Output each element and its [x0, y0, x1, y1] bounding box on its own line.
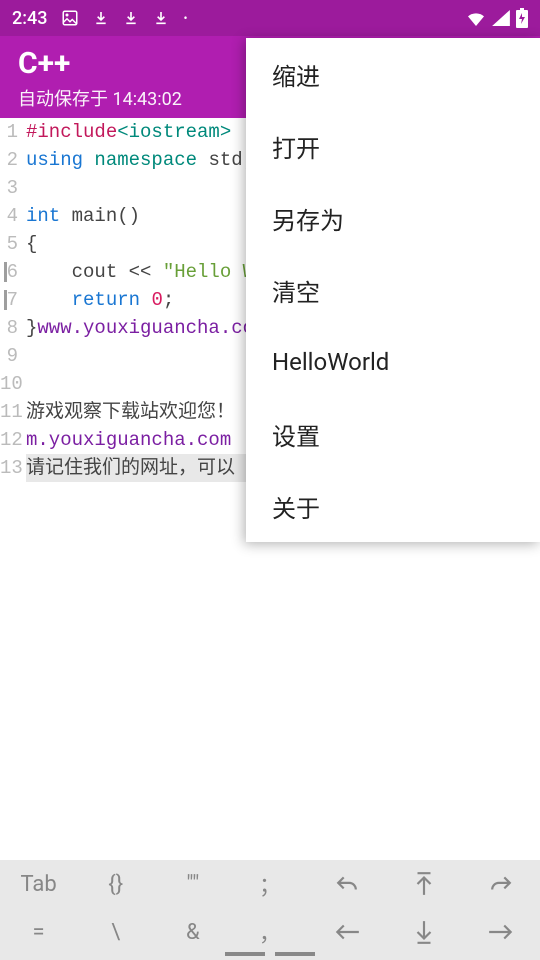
menu-item[interactable]: 打开: [246, 110, 540, 182]
menu-item[interactable]: 设置: [246, 398, 540, 470]
toolbar-redo-button[interactable]: [463, 860, 540, 908]
battery-icon: [516, 8, 528, 28]
toolbar-{}-button[interactable]: {}: [77, 860, 154, 908]
toolbar-Tab-button[interactable]: Tab: [0, 860, 77, 908]
toolbar-=-button[interactable]: =: [0, 908, 77, 956]
toolbar-；-button[interactable]: ；: [231, 860, 308, 908]
dot-icon: •: [183, 11, 187, 25]
toolbar-up-button[interactable]: [386, 860, 463, 908]
nav-bar: [0, 952, 540, 960]
toolbar-right-button[interactable]: [463, 908, 540, 956]
toolbar-，-button[interactable]: ，: [231, 908, 308, 956]
download-icon: [123, 10, 139, 26]
menu-item[interactable]: HelloWorld: [246, 326, 540, 398]
download-icon: [153, 10, 169, 26]
gutter: 12345678910111213: [0, 118, 22, 482]
menu-item[interactable]: 另存为: [246, 182, 540, 254]
toolbar-""-button[interactable]: "": [154, 860, 231, 908]
toolbar: Tab{}""； =\&，: [0, 860, 540, 960]
toolbar-\-button[interactable]: \: [77, 908, 154, 956]
wifi-icon: [466, 10, 486, 26]
toolbar-undo-button[interactable]: [309, 860, 386, 908]
image-icon: [61, 9, 79, 27]
toolbar-&-button[interactable]: &: [154, 908, 231, 956]
menu-item[interactable]: 清空: [246, 254, 540, 326]
toolbar-left-button[interactable]: [309, 908, 386, 956]
status-time: 2:43: [12, 8, 47, 29]
menu-item[interactable]: 关于: [246, 470, 540, 542]
toolbar-down-button[interactable]: [386, 908, 463, 956]
menu-item[interactable]: 缩进: [246, 38, 540, 110]
status-bar: 2:43 •: [0, 0, 540, 36]
signal-icon: [492, 10, 510, 26]
download-icon: [93, 10, 109, 26]
overflow-menu: 缩进打开另存为清空HelloWorld设置关于: [246, 38, 540, 542]
